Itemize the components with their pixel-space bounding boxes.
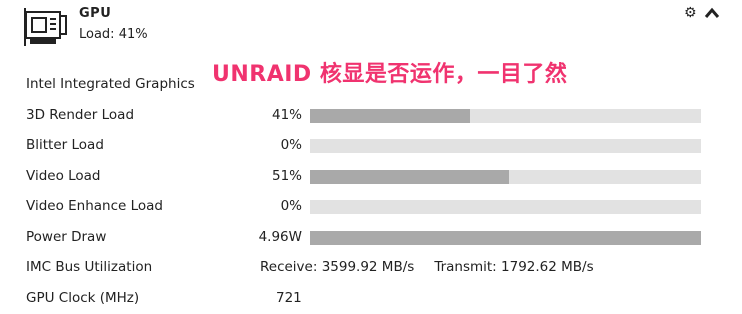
metric-progress-fill bbox=[310, 170, 510, 184]
metric-progress-bar bbox=[310, 139, 701, 153]
metric-label: 3D Render Load bbox=[26, 107, 135, 123]
metric-progress-bar bbox=[310, 170, 701, 184]
graphics-card-icon bbox=[24, 8, 67, 46]
metric-label: Power Draw bbox=[26, 229, 107, 245]
metric-row-video: Video Load 51% bbox=[0, 165, 742, 189]
metric-row-imc-bus: IMC Bus Utilization Receive: 3599.92 MB/… bbox=[0, 256, 742, 280]
metric-value: 0% bbox=[280, 198, 302, 214]
metric-value: 4.96W bbox=[258, 229, 302, 245]
metric-progress-bar bbox=[310, 200, 701, 214]
metric-progress-fill bbox=[310, 231, 701, 245]
metric-value: 0% bbox=[280, 137, 302, 153]
metric-row-video-enhance: Video Enhance Load 0% bbox=[0, 195, 742, 219]
widget-title: GPU bbox=[79, 6, 112, 21]
metric-label: Blitter Load bbox=[26, 137, 104, 153]
imc-throughput: Receive: 3599.92 MB/s Transmit: 1792.62 M… bbox=[260, 259, 594, 275]
metric-progress-bar bbox=[310, 109, 701, 123]
metric-value: 41% bbox=[271, 107, 302, 123]
gear-icon[interactable]: ⚙ bbox=[684, 5, 697, 21]
metric-value: 721 bbox=[276, 290, 302, 306]
metric-label: IMC Bus Utilization bbox=[26, 259, 153, 275]
imc-transmit: Transmit: 1792.62 MB/s bbox=[434, 259, 594, 275]
section-title-row: Intel Integrated Graphics bbox=[0, 73, 742, 97]
metric-row-blitter: Blitter Load 0% bbox=[0, 134, 742, 158]
metric-value: 51% bbox=[271, 168, 302, 184]
metric-progress-fill bbox=[310, 109, 471, 123]
metric-label: Video Load bbox=[26, 168, 101, 184]
metric-label: Video Enhance Load bbox=[26, 198, 163, 214]
metric-row-3d-render: 3D Render Load 41% bbox=[0, 104, 742, 128]
gpu-widget-header: GPU Load: 41% ⚙ bbox=[0, 0, 742, 50]
gpu-load-summary: Load: 41% bbox=[79, 27, 148, 42]
metric-label: GPU Clock (MHz) bbox=[26, 290, 140, 306]
chevron-up-icon[interactable] bbox=[704, 6, 720, 20]
metric-row-gpu-clock: GPU Clock (MHz) 721 bbox=[0, 287, 742, 311]
gpu-model-name: Intel Integrated Graphics bbox=[26, 76, 195, 92]
metric-row-power-draw: Power Draw 4.96W bbox=[0, 226, 742, 250]
metric-progress-bar bbox=[310, 231, 701, 245]
imc-receive: Receive: 3599.92 MB/s bbox=[260, 259, 415, 275]
